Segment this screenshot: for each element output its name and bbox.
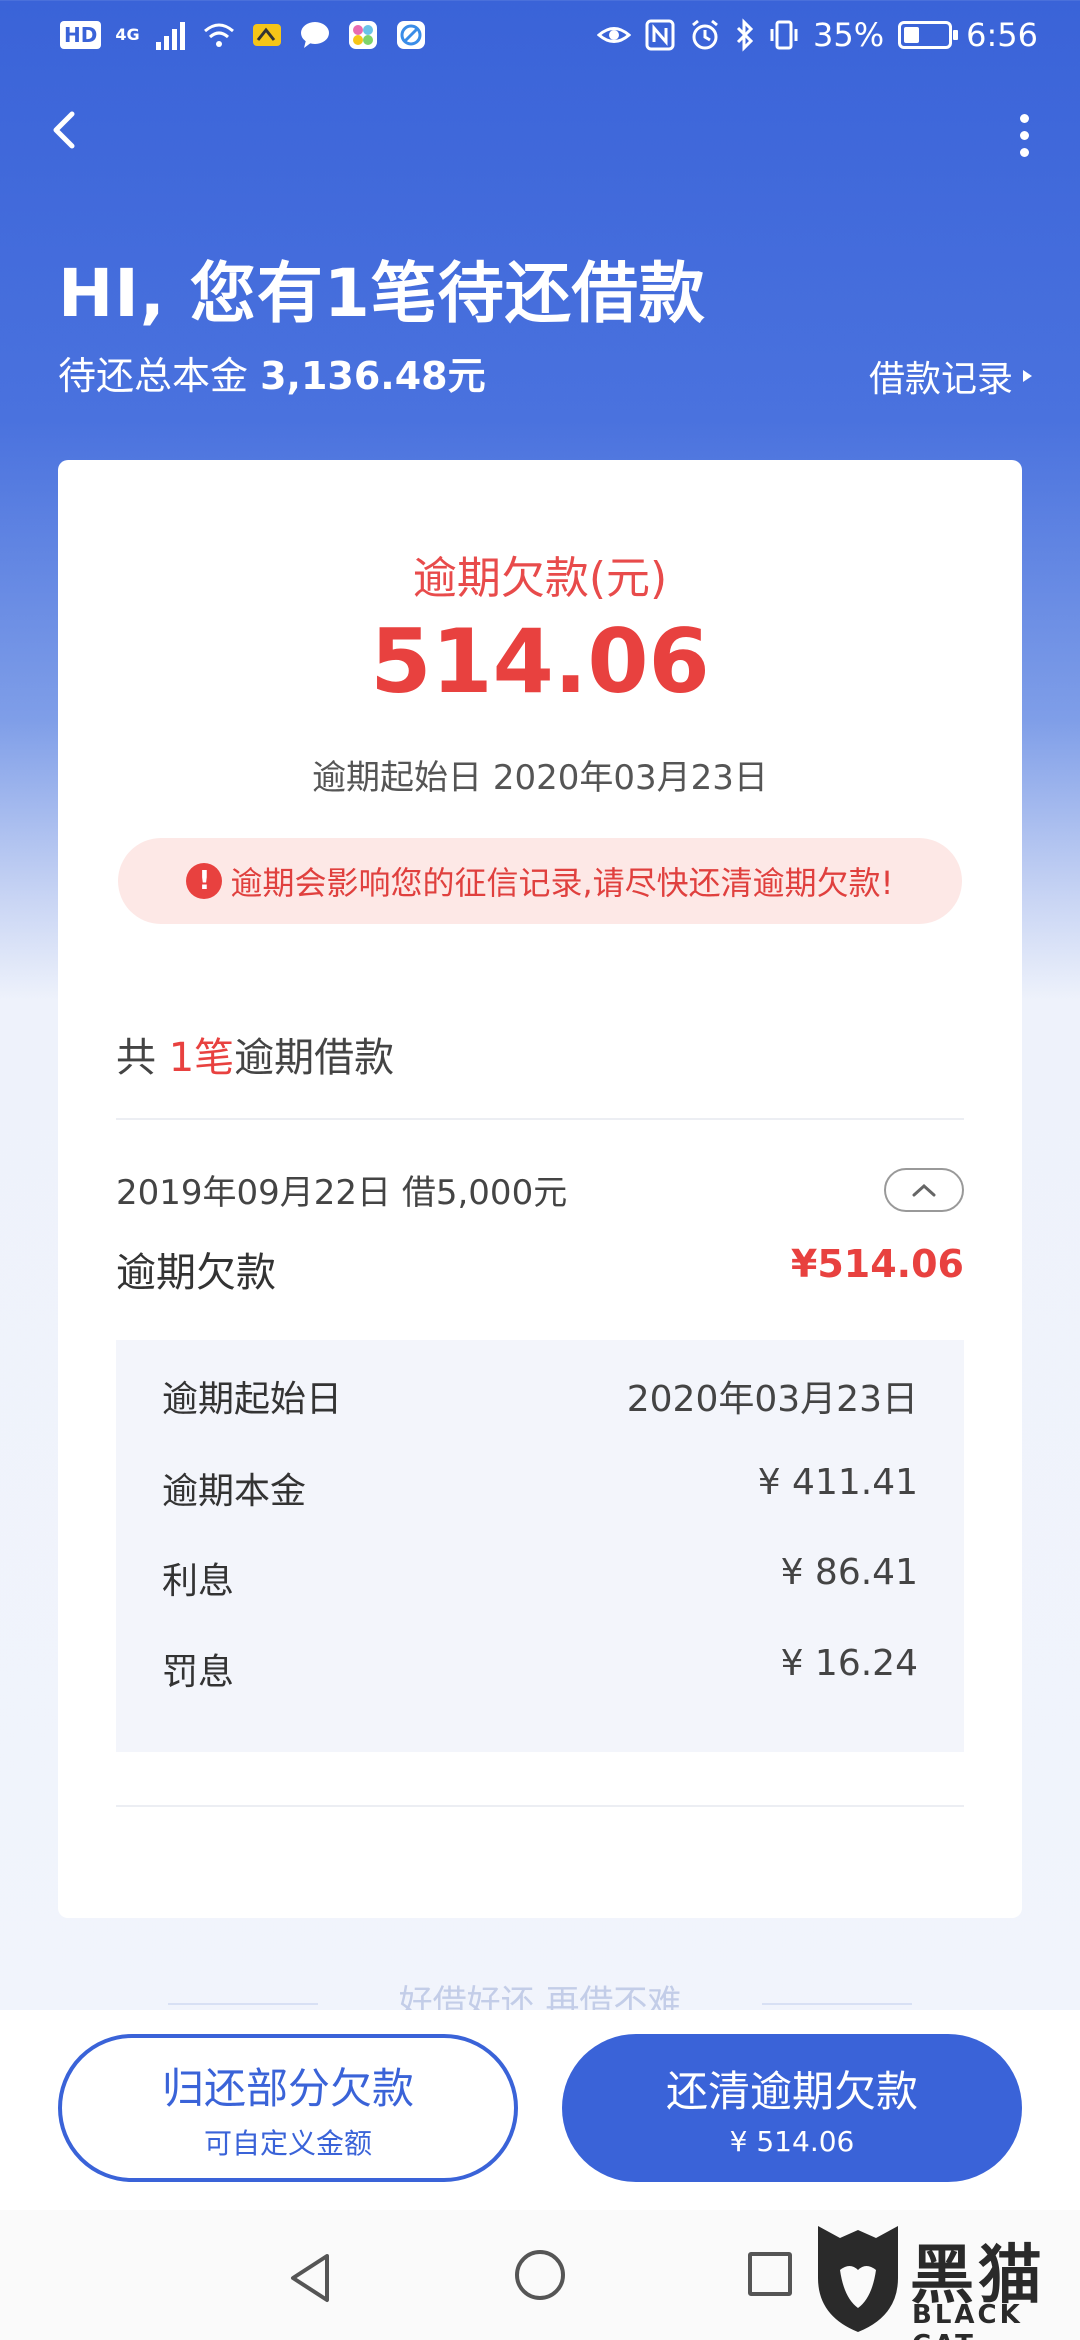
overdue-loan-count: 共 1笔逾期借款 [116,1025,394,1083]
overdue-label: 逾期欠款(元) [412,553,668,604]
app-icon [348,21,377,49]
repay-partial-button[interactable]: 归还部分欠款 可自定义金额 [58,2034,518,2182]
credit-warning-banner: ! 逾期会影响您的征信记录,请尽快还清逾期欠款! [118,838,962,924]
principal-label: 待还总本金 [58,354,249,398]
detail-value: ¥ 411.41 [757,1462,918,1503]
clock: 6:56 [966,16,1038,54]
detail-row: 利息 ¥ 86.41 [116,1542,964,1602]
signal-icon [155,22,185,50]
overdue-amount: 514.06 [370,610,710,713]
divider [116,1118,964,1120]
status-right: 35% 6:56 [597,16,1038,54]
repay-partial-label: 归还部分欠款 [161,2063,414,2113]
loan-overdue-amount: ¥514.06 [790,1242,964,1286]
loan-detail-box: 逾期起始日 2020年03月23日 逾期本金 ¥ 411.41 利息 ¥ 86.… [116,1340,964,1752]
app-notification-icon [252,24,281,46]
divider [116,1805,964,1807]
nav-back-icon[interactable] [285,2250,335,2306]
status-bar: HD 4G 35% 6:56 [0,0,1080,80]
exclamation-icon: ! [186,863,223,899]
repay-full-button[interactable]: 还清逾期欠款 ¥ 514.06 [562,2034,1022,2182]
hd-badge: HD [60,21,102,49]
nav-home-icon[interactable] [515,2250,565,2300]
collapse-details-button[interactable] [884,1168,964,1212]
action-bar: 归还部分欠款 可自定义金额 还清逾期欠款 ¥ 514.06 [0,2010,1080,2210]
alarm-icon [692,19,718,50]
detail-value: ¥ 86.41 [780,1552,918,1593]
repay-full-label: 还清逾期欠款 [665,2067,918,2116]
watermark: 黑猫 BLACK CAT [800,2210,1080,2340]
principal-amount: 3,136.48元 [260,354,486,398]
count-value: 1笔 [168,1035,235,1081]
chevron-left-icon [53,111,75,149]
detail-value: 2020年03月23日 [626,1379,918,1420]
detail-label: 罚息 [162,1652,235,1693]
watermark-en: BLACK CAT [912,2300,1023,2340]
slogan-line-right [762,2003,912,2005]
greeting-title: HI, 您有1笔待还借款 [58,255,706,332]
loan-overdue-label: 逾期欠款 [116,1250,276,1296]
loan-records-link[interactable]: 借款记录 [869,350,1032,402]
count-prefix: 共 [116,1035,156,1081]
repay-full-sub: ¥ 514.06 [729,2125,855,2158]
nfc-icon [645,19,675,51]
eye-icon [597,27,632,43]
bluetooth-icon [736,18,754,52]
loan-records-label: 借款记录 [868,359,1013,400]
cat-shield-logo-icon [818,2226,898,2332]
battery-level [904,27,919,43]
overdue-start-date: 2020年03月23日 [492,758,768,798]
detail-label: 逾期本金 [162,1471,307,1512]
vibrate-icon [770,20,798,50]
battery-icon [898,21,959,49]
message-icon [300,22,329,48]
more-dot-icon [1019,147,1029,157]
more-dot-icon [1019,130,1029,140]
detail-row: 罚息 ¥ 16.24 [116,1633,964,1693]
wifi-icon [203,23,234,47]
detail-label: 逾期起始日 [162,1379,343,1420]
detail-value: ¥ 16.24 [780,1643,918,1684]
triangle-right-icon [1023,370,1032,382]
detail-row: 逾期起始日 2020年03月23日 [116,1360,964,1420]
browser-icon [396,21,425,49]
repay-partial-sub: 可自定义金额 [203,2126,372,2160]
more-dot-icon [1019,113,1029,123]
detail-row: 逾期本金 ¥ 411.41 [116,1452,964,1512]
total-principal: 待还总本金 3,136.48元 [58,345,486,400]
back-button[interactable] [36,100,96,160]
status-left: HD 4G [60,18,428,52]
overdue-card: 逾期欠款(元) 514.06 逾期起始日 2020年03月23日 ! 逾期会影响… [58,460,1022,1918]
warning-text: 逾期会影响您的征信记录,请尽快还清逾期欠款! [230,864,894,902]
more-menu-button[interactable] [1004,105,1044,165]
battery-percent: 35% [813,16,885,54]
loan-date-amount: 2019年09月22日 借5,000元 [116,1173,568,1213]
slogan-area: 好借好还 再借不难 [0,1975,1080,2023]
detail-label: 利息 [162,1561,235,1602]
chevron-up-icon [912,1183,936,1197]
nav-recent-apps-icon[interactable] [748,2252,792,2296]
network-type: 4G [115,25,140,44]
count-suffix: 逾期借款 [234,1035,395,1081]
overdue-start: 逾期起始日 2020年03月23日 [58,750,1022,799]
overdue-start-label: 逾期起始日 [312,758,483,798]
